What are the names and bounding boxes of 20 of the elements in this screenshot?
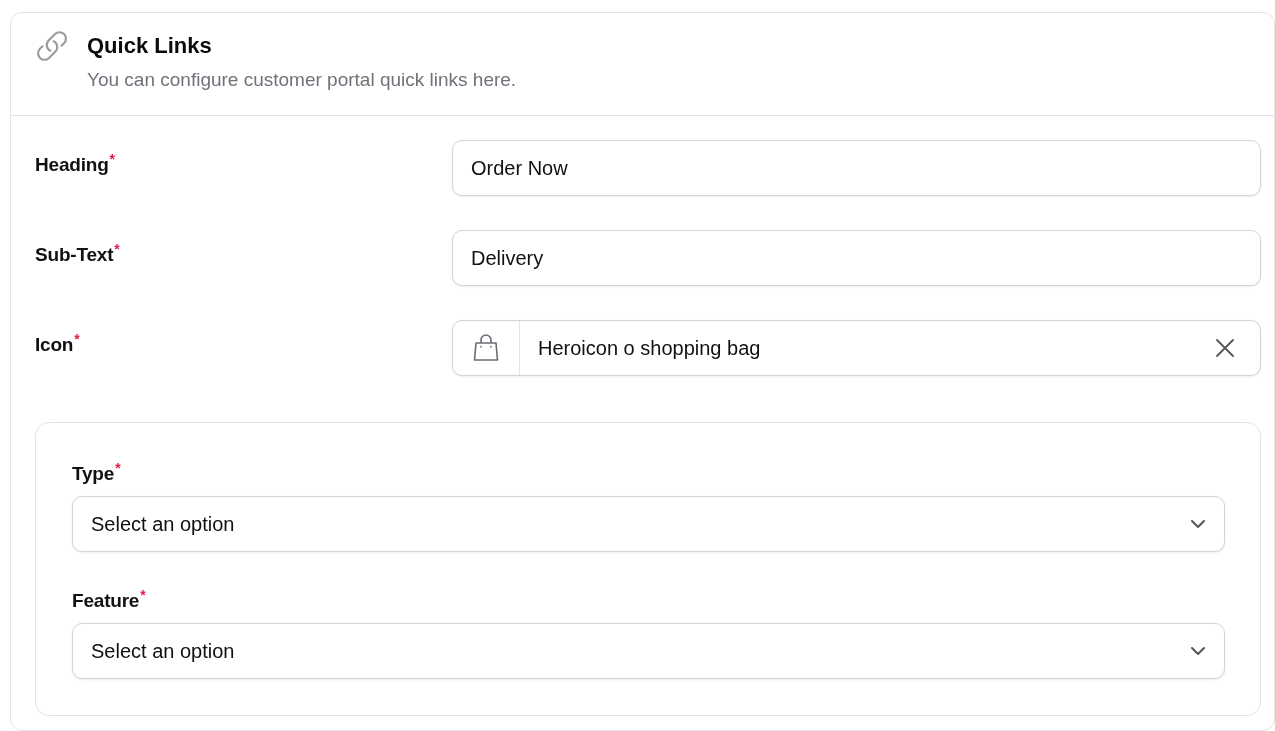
field-label: Sub-Text <box>35 244 114 265</box>
select-field[interactable]: Select an option <box>72 496 1225 552</box>
required-mark: * <box>114 241 120 257</box>
select-placeholder: Select an option <box>91 512 235 536</box>
required-mark: * <box>140 587 146 603</box>
select-field[interactable]: Select an option <box>72 623 1225 679</box>
select-placeholder: Select an option <box>91 639 235 663</box>
field-label: Icon <box>35 334 74 355</box>
field-value: Heroicon o shopping bag <box>537 336 762 360</box>
section-title: Quick Links <box>87 32 213 59</box>
required-mark: * <box>109 151 115 167</box>
icon-select-field[interactable]: Heroicon o shopping bag <box>452 320 1261 376</box>
text-field[interactable]: Order Now <box>452 140 1261 196</box>
required-mark: * <box>115 460 121 476</box>
field-label: Feature <box>72 590 140 611</box>
field-label: Type <box>72 463 115 484</box>
text-field[interactable]: Delivery <box>452 230 1261 286</box>
field-label: Heading <box>35 154 109 175</box>
section-description: You can configure customer portal quick links here. <box>87 69 517 91</box>
required-mark: * <box>74 331 80 347</box>
